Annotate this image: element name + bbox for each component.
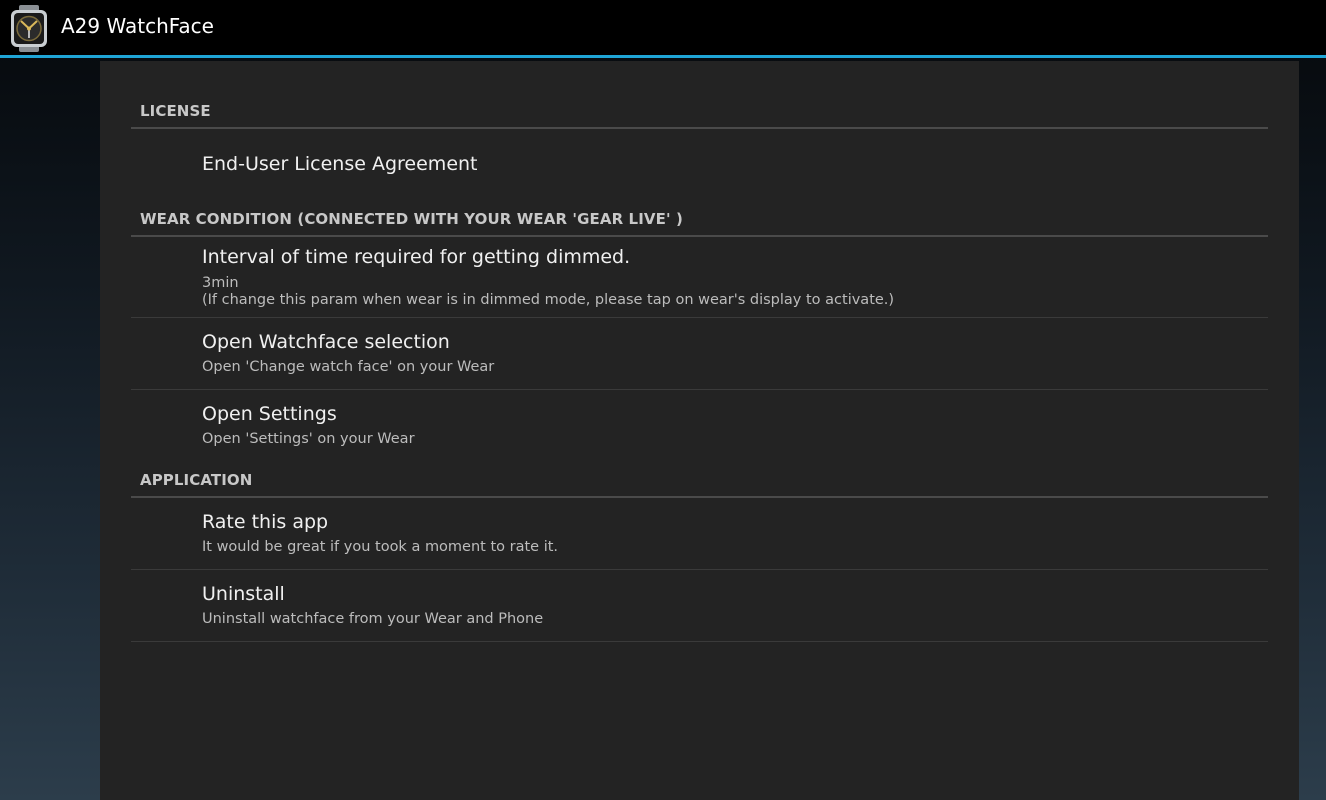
watch-app-icon[interactable] <box>10 5 48 52</box>
preferences-panel: LICENSE End-User License Agreement WEAR … <box>100 61 1299 800</box>
pref-watchface-selection-summary: Open 'Change watch face' on your Wear <box>202 359 495 375</box>
pref-rate-summary: It would be great if you took a moment t… <box>202 539 559 555</box>
category-license: LICENSE <box>131 91 1268 129</box>
pref-settings-title: Open Settings <box>202 403 337 425</box>
pref-watchface-selection-title: Open Watchface selection <box>202 331 450 353</box>
category-title-application: APPLICATION <box>140 471 253 489</box>
pref-watchface-selection[interactable]: Open Watchface selection Open 'Change wa… <box>131 318 1268 390</box>
pref-eula[interactable]: End-User License Agreement <box>131 129 1268 197</box>
pref-dim-interval-title: Interval of time required for getting di… <box>202 246 631 268</box>
category-wear-condition: WEAR CONDITION (CONNECTED WITH YOUR WEAR… <box>131 199 1268 237</box>
category-application: APPLICATION <box>131 460 1268 498</box>
pref-dim-interval-value: 3min <box>202 275 239 291</box>
pref-uninstall-summary: Uninstall watchface from your Wear and P… <box>202 611 544 627</box>
action-bar-divider <box>0 55 1326 58</box>
category-title-wear-condition: WEAR CONDITION (CONNECTED WITH YOUR WEAR… <box>140 210 683 228</box>
pref-dim-interval[interactable]: Interval of time required for getting di… <box>131 237 1268 318</box>
pref-dim-interval-note: (If change this param when wear is in di… <box>202 292 895 308</box>
pref-rate-title: Rate this app <box>202 511 329 533</box>
pref-rate[interactable]: Rate this app It would be great if you t… <box>131 498 1268 570</box>
pref-settings-summary: Open 'Settings' on your Wear <box>202 431 415 447</box>
pref-uninstall[interactable]: Uninstall Uninstall watchface from your … <box>131 570 1268 642</box>
pref-uninstall-title: Uninstall <box>202 583 285 605</box>
category-title-license: LICENSE <box>140 102 211 120</box>
pref-eula-title: End-User License Agreement <box>202 153 478 175</box>
pref-settings[interactable]: Open Settings Open 'Settings' on your We… <box>131 390 1268 460</box>
action-bar: A29 WatchFace <box>0 0 1326 55</box>
app-title: A29 WatchFace <box>61 14 214 38</box>
